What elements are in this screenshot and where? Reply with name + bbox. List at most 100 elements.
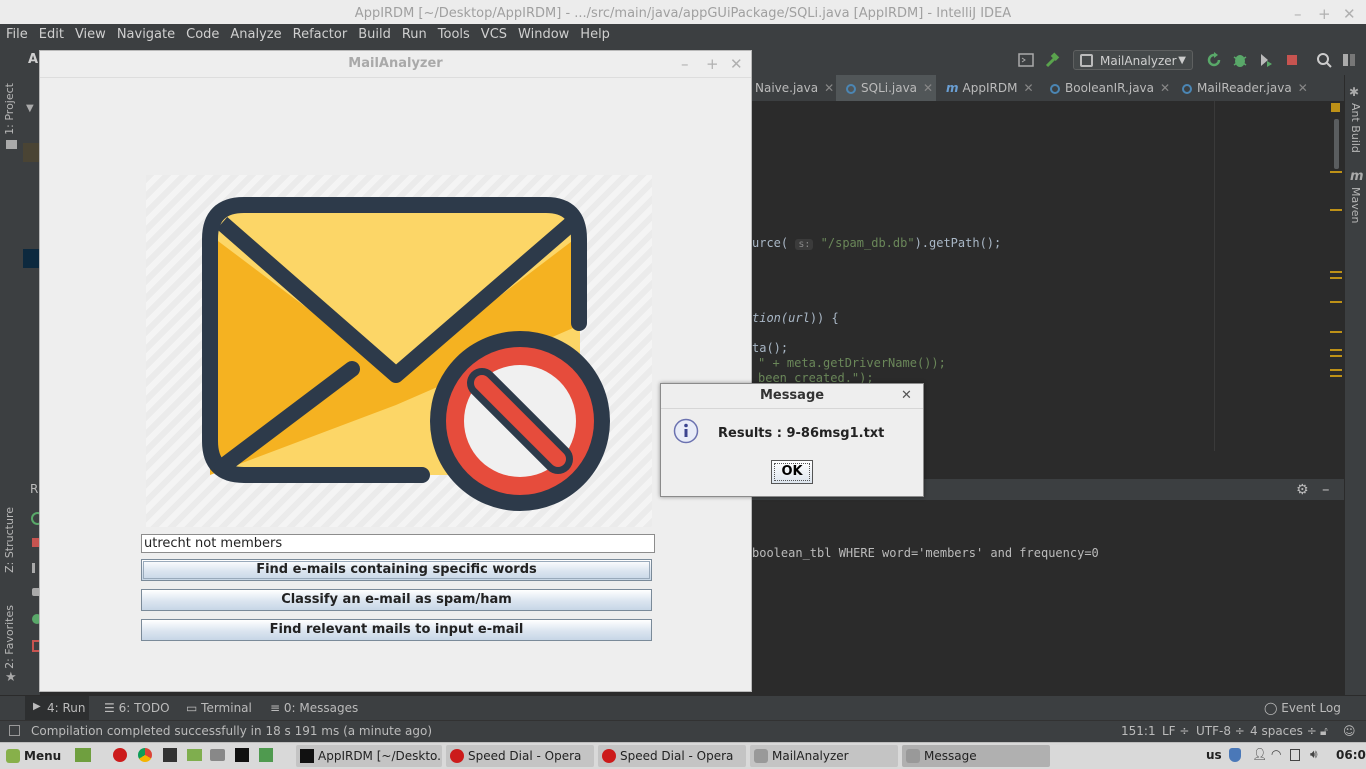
tab-todo[interactable]: ☰ 6: TODO xyxy=(104,701,170,715)
task-message[interactable]: Message xyxy=(902,745,1050,767)
clock[interactable]: 06:06 xyxy=(1336,748,1366,762)
tab-sqli-java[interactable]: SQLi.java ✕ xyxy=(836,75,936,101)
task-opera-1[interactable]: Speed Dial - Opera xyxy=(446,745,594,767)
tab-project[interactable]: 1: Project xyxy=(3,83,16,135)
battery-icon[interactable] xyxy=(1290,749,1300,761)
search-words-input[interactable]: utrecht not members xyxy=(141,534,655,553)
caret-position[interactable]: 151:1 xyxy=(1121,724,1156,738)
shield-icon[interactable] xyxy=(1229,748,1241,762)
terminal-window-icon[interactable] xyxy=(1018,52,1034,68)
error-stripe-mark[interactable] xyxy=(1330,375,1342,377)
intellij-launcher-icon[interactable] xyxy=(235,748,249,762)
tab-messages[interactable]: ≡ 0: Messages xyxy=(270,701,358,715)
classify-email-button[interactable]: Classify an e-mail as spam/ham xyxy=(141,589,652,611)
warning-indicator-icon[interactable] xyxy=(1331,103,1340,112)
user-icon[interactable]: 👤︎ xyxy=(1252,747,1267,761)
volume-icon[interactable]: 🔊︎ xyxy=(1310,747,1318,762)
editor-scrollbar[interactable] xyxy=(1329,101,1343,451)
inspector-icon[interactable]: ☺︎ xyxy=(1343,724,1356,738)
close-tab-icon[interactable]: ✕ xyxy=(1023,81,1033,95)
error-stripe-mark[interactable] xyxy=(1330,355,1342,357)
hide-panel-icon[interactable]: – xyxy=(1322,480,1330,498)
menu-code[interactable]: Code xyxy=(180,24,224,42)
stop-icon[interactable] xyxy=(1284,52,1300,68)
run-configuration-select[interactable]: MailAnalyzer ▼ xyxy=(1073,50,1193,70)
chrome-launcher-icon[interactable] xyxy=(138,748,152,762)
menu-tools[interactable]: Tools xyxy=(432,24,475,42)
collapse-arrow-icon[interactable]: ▼ xyxy=(26,103,34,114)
build-hammer-icon[interactable] xyxy=(1044,52,1060,68)
close-icon[interactable]: ✕ xyxy=(730,51,743,77)
indent-setting[interactable]: 4 spaces ÷ xyxy=(1250,724,1317,738)
error-stripe-mark[interactable] xyxy=(1330,171,1342,173)
scroll-thumb[interactable] xyxy=(1334,119,1339,169)
find-relevant-mails-button[interactable]: Find relevant mails to input e-mail xyxy=(141,619,652,641)
screenshot-launcher-icon[interactable] xyxy=(210,749,225,761)
minimize-icon[interactable]: – xyxy=(681,51,689,77)
error-stripe-mark[interactable] xyxy=(1330,271,1342,273)
opera-launcher-icon[interactable] xyxy=(113,748,127,762)
rerun-icon[interactable] xyxy=(1206,52,1222,68)
error-stripe-mark[interactable] xyxy=(1330,301,1342,303)
task-opera-2[interactable]: Speed Dial - Opera xyxy=(598,745,746,767)
close-tab-icon[interactable]: ✕ xyxy=(1160,81,1170,95)
tab-mailreader-java[interactable]: MailReader.java ✕ xyxy=(1182,75,1308,101)
task-mailanalyzer[interactable]: MailAnalyzer xyxy=(750,745,898,767)
maximize-icon[interactable]: + xyxy=(706,51,719,77)
error-stripe-mark[interactable] xyxy=(1330,331,1342,333)
menu-build[interactable]: Build xyxy=(352,24,396,42)
close-tab-icon[interactable]: ✕ xyxy=(923,81,933,95)
error-stripe-mark[interactable] xyxy=(1330,209,1342,211)
start-menu-button[interactable]: Menu xyxy=(2,745,68,767)
tab-terminal[interactable]: ▭ Terminal xyxy=(186,701,252,715)
debug-bug-icon[interactable] xyxy=(1232,52,1248,68)
error-stripe-mark[interactable] xyxy=(1330,349,1342,351)
terminal-launcher-icon[interactable] xyxy=(163,748,177,762)
menu-refactor[interactable]: Refactor xyxy=(287,24,353,42)
menu-run[interactable]: Run xyxy=(396,24,432,42)
pause-icon[interactable] xyxy=(32,563,35,573)
show-desktop-icon[interactable] xyxy=(75,748,91,762)
keyboard-layout[interactable]: us xyxy=(1206,748,1222,762)
tab-run[interactable]: ▶ 4: Run xyxy=(25,696,89,721)
tab-ant-build[interactable]: Ant Build xyxy=(1349,103,1362,153)
error-stripe-mark[interactable] xyxy=(1330,369,1342,371)
menu-window[interactable]: Window xyxy=(512,24,574,42)
close-icon[interactable]: ✕ xyxy=(901,384,912,408)
mailanalyzer-title-bar[interactable]: MailAnalyzer – + ✕ xyxy=(40,51,751,78)
event-log-button[interactable]: ◯ Event Log xyxy=(1264,701,1341,715)
menu-analyze[interactable]: Analyze xyxy=(224,24,286,42)
close-tab-icon[interactable]: ✕ xyxy=(1298,81,1308,95)
tab-structure[interactable]: Z: Structure xyxy=(3,507,16,573)
menu-help[interactable]: Help xyxy=(574,24,615,42)
wifi-icon[interactable]: ◠ xyxy=(1271,747,1281,761)
message-dialog-title-bar[interactable]: Message ✕ xyxy=(661,384,923,409)
ok-button[interactable]: OK xyxy=(771,460,813,484)
menu-edit[interactable]: Edit xyxy=(33,24,69,42)
error-stripe-mark[interactable] xyxy=(1330,277,1342,279)
toggle-panels-icon[interactable] xyxy=(9,725,20,736)
tab-favorites[interactable]: 2: Favorites xyxy=(3,605,16,669)
close-tab-icon[interactable]: ✕ xyxy=(824,81,834,95)
tab-naive-java[interactable]: Naive.java ✕ xyxy=(755,75,834,101)
gear-icon[interactable]: ⚙ xyxy=(1296,482,1309,498)
tab-appirdm[interactable]: m AppIRDM ✕ xyxy=(946,75,1034,101)
menu-navigate[interactable]: Navigate xyxy=(111,24,180,42)
files-launcher-icon[interactable] xyxy=(187,749,202,761)
monitor-launcher-icon[interactable] xyxy=(259,748,273,762)
file-encoding[interactable]: UTF-8 ÷ xyxy=(1196,724,1245,738)
coverage-run-icon[interactable] xyxy=(1258,52,1274,68)
menu-view[interactable]: View xyxy=(69,24,111,42)
tab-booleanir-java[interactable]: BooleanIR.java ✕ xyxy=(1050,75,1170,101)
run-console[interactable]: boolean_tbl WHERE word='members' and fre… xyxy=(752,500,1344,695)
line-separator[interactable]: LF ÷ xyxy=(1162,724,1189,738)
lock-icon[interactable]: 🔓︎ xyxy=(1320,724,1328,739)
find-emails-button[interactable]: Find e-mails containing specific words xyxy=(141,559,652,581)
search-icon[interactable] xyxy=(1316,52,1332,68)
task-appirdm[interactable]: AppIRDM [~/Deskto... xyxy=(296,745,442,767)
menu-file[interactable]: File xyxy=(0,24,33,42)
tab-maven[interactable]: Maven xyxy=(1349,187,1362,223)
layout-icon[interactable] xyxy=(1341,52,1357,68)
tab-label: SQLi.java xyxy=(861,81,918,95)
menu-vcs[interactable]: VCS xyxy=(475,24,512,42)
